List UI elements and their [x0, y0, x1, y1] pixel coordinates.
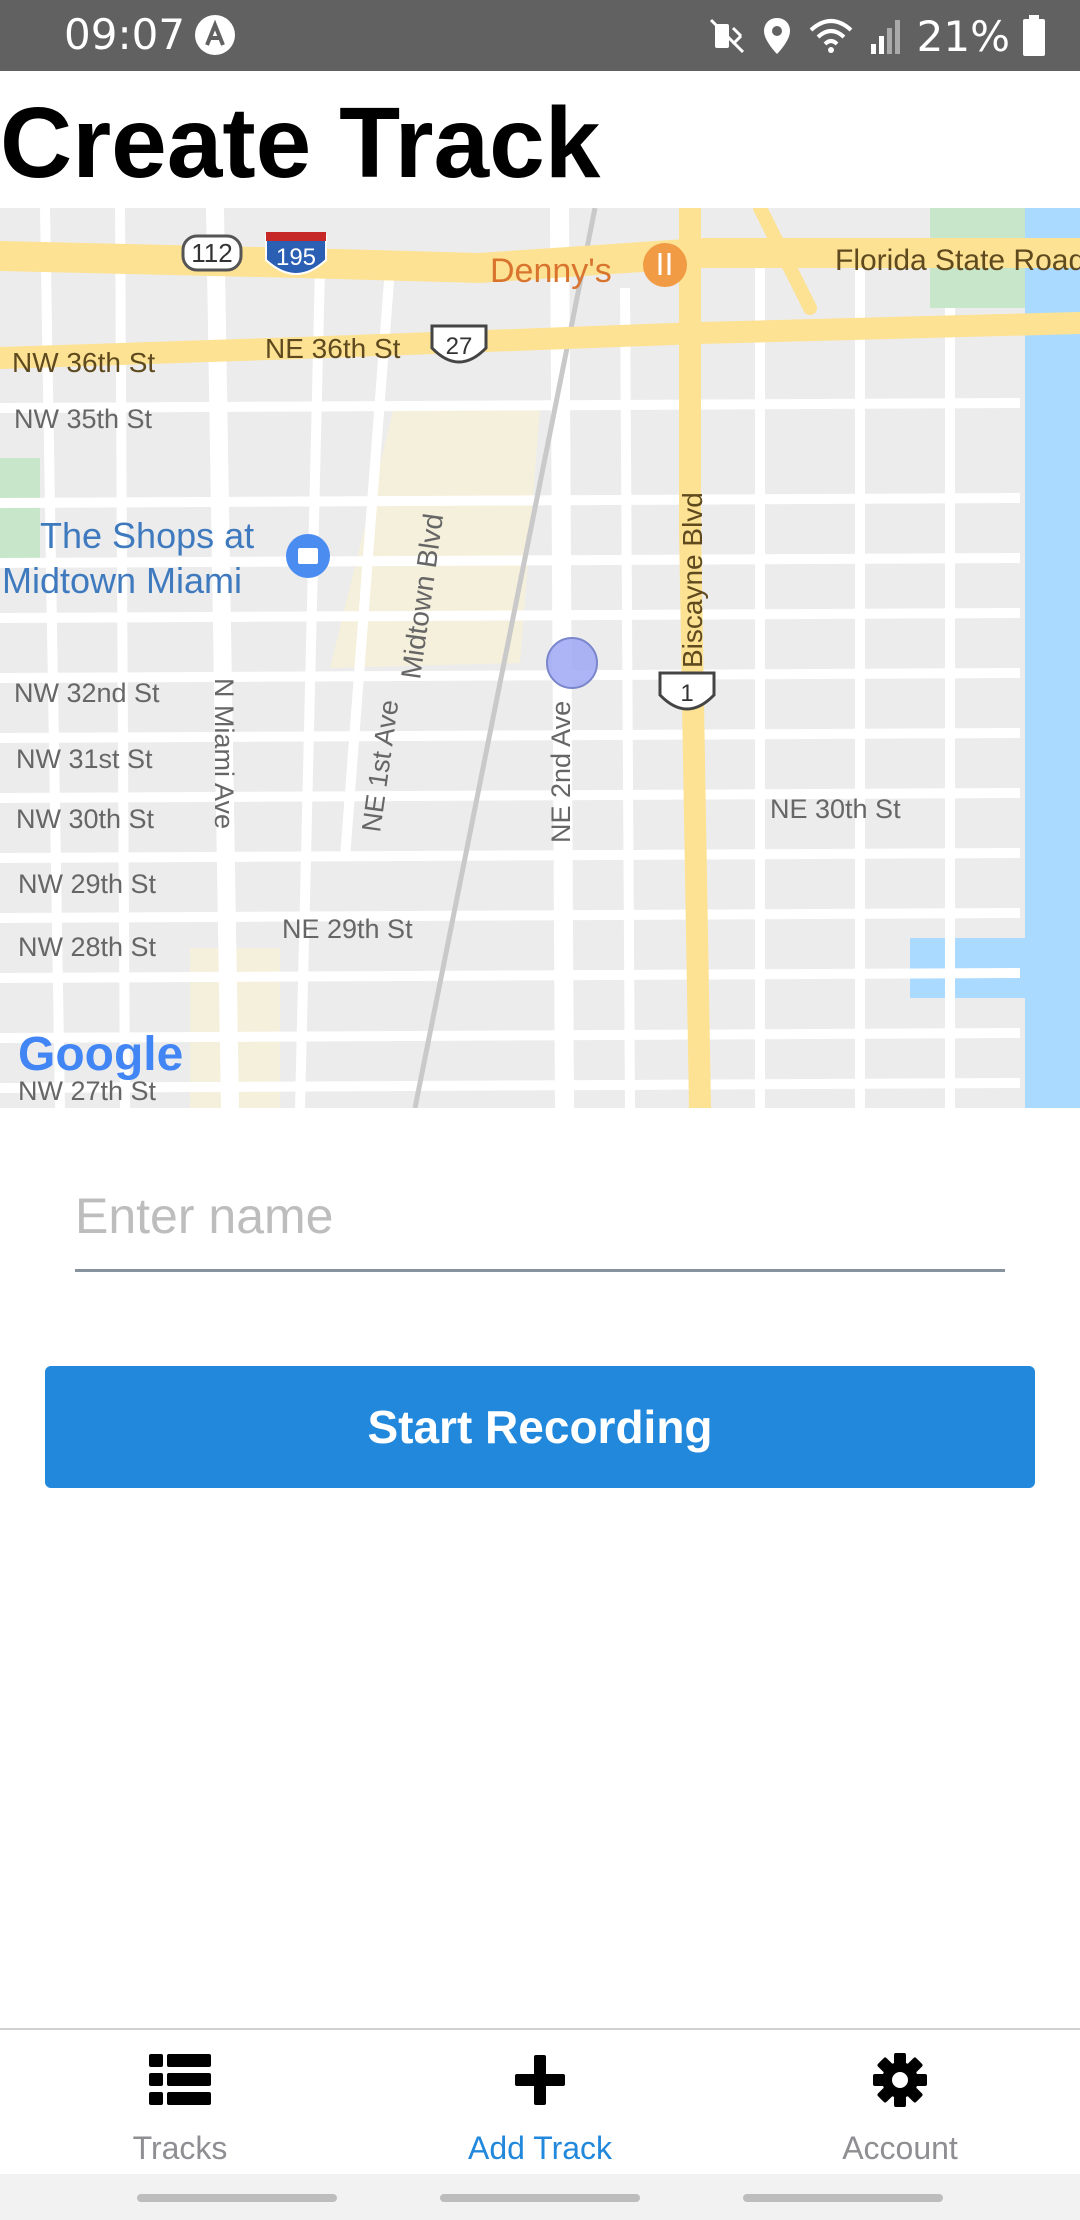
ne1st-ave-label: NE 1st Ave	[356, 698, 404, 834]
florida-road-label: Florida State Road	[835, 244, 1080, 277]
tab-tracks-label: Tracks	[132, 2130, 228, 2166]
map-view[interactable]: 112 195 27 1 Denny's Florida State Road …	[0, 208, 1080, 1108]
shops-label-line1: The Shops at	[40, 515, 254, 556]
signal-icon	[870, 20, 900, 54]
nw31-label: NW 31st St	[16, 744, 153, 774]
shield-1: 1	[680, 680, 693, 707]
biscayne-label: Biscayne Blvd	[677, 492, 708, 668]
bottom-tab-bar: Tracks Add Track Account	[0, 2028, 1080, 2176]
ne2nd-ave-label: NE 2nd Ave	[546, 701, 576, 843]
page-title: Create Track	[0, 87, 601, 199]
status-icons: 21%	[707, 8, 1060, 64]
status-time: 09:07	[64, 10, 186, 59]
gesture-handle-center[interactable]	[440, 2194, 640, 2202]
nw29-label: NW 29th St	[18, 869, 157, 899]
nw32-label: NW 32nd St	[14, 678, 160, 708]
battery-percent: 21%	[916, 11, 1010, 61]
shield-195: 195	[276, 244, 316, 271]
wifi-icon	[809, 19, 852, 53]
tab-account[interactable]: Account	[720, 2030, 1080, 2176]
gesture-handle-left[interactable]	[137, 2194, 337, 2202]
n-miami-ave-label: N Miami Ave	[209, 678, 239, 829]
tab-account-label: Account	[842, 2130, 958, 2166]
google-attribution: Google	[18, 1028, 183, 1081]
start-recording-button[interactable]: Start Recording	[45, 1366, 1035, 1488]
battery-icon	[1023, 15, 1045, 56]
nw35-label: NW 35th St	[14, 404, 153, 434]
nw28-label: NW 28th St	[18, 932, 157, 962]
ne29-label: NE 29th St	[282, 914, 413, 944]
mute-icon	[709, 18, 744, 54]
nw36-label: NW 36th St	[12, 347, 155, 378]
list-icon	[149, 2050, 211, 2110]
shield-112: 112	[191, 238, 232, 268]
shield-27: 27	[446, 333, 473, 360]
gear-icon	[873, 2050, 927, 2110]
location-icon	[763, 18, 790, 54]
tab-add-track-label: Add Track	[467, 2130, 613, 2166]
ne30-label: NE 30th St	[770, 794, 901, 824]
track-name-input[interactable]	[75, 1172, 1005, 1272]
app-notification-icon	[193, 13, 237, 61]
gesture-handle-right[interactable]	[743, 2194, 943, 2202]
shops-label-line2: Midtown Miami	[2, 560, 242, 601]
tab-add-track[interactable]: Add Track	[360, 2030, 720, 2176]
dennys-label: Denny's	[490, 252, 612, 290]
ne36-label: NE 36th St	[265, 333, 401, 364]
gesture-navigation-bar	[0, 2174, 1080, 2220]
plus-icon	[515, 2050, 565, 2110]
status-bar: 09:07 21%	[0, 0, 1080, 71]
nw30-label: NW 30th St	[16, 804, 155, 834]
tab-tracks[interactable]: Tracks	[0, 2030, 360, 2176]
